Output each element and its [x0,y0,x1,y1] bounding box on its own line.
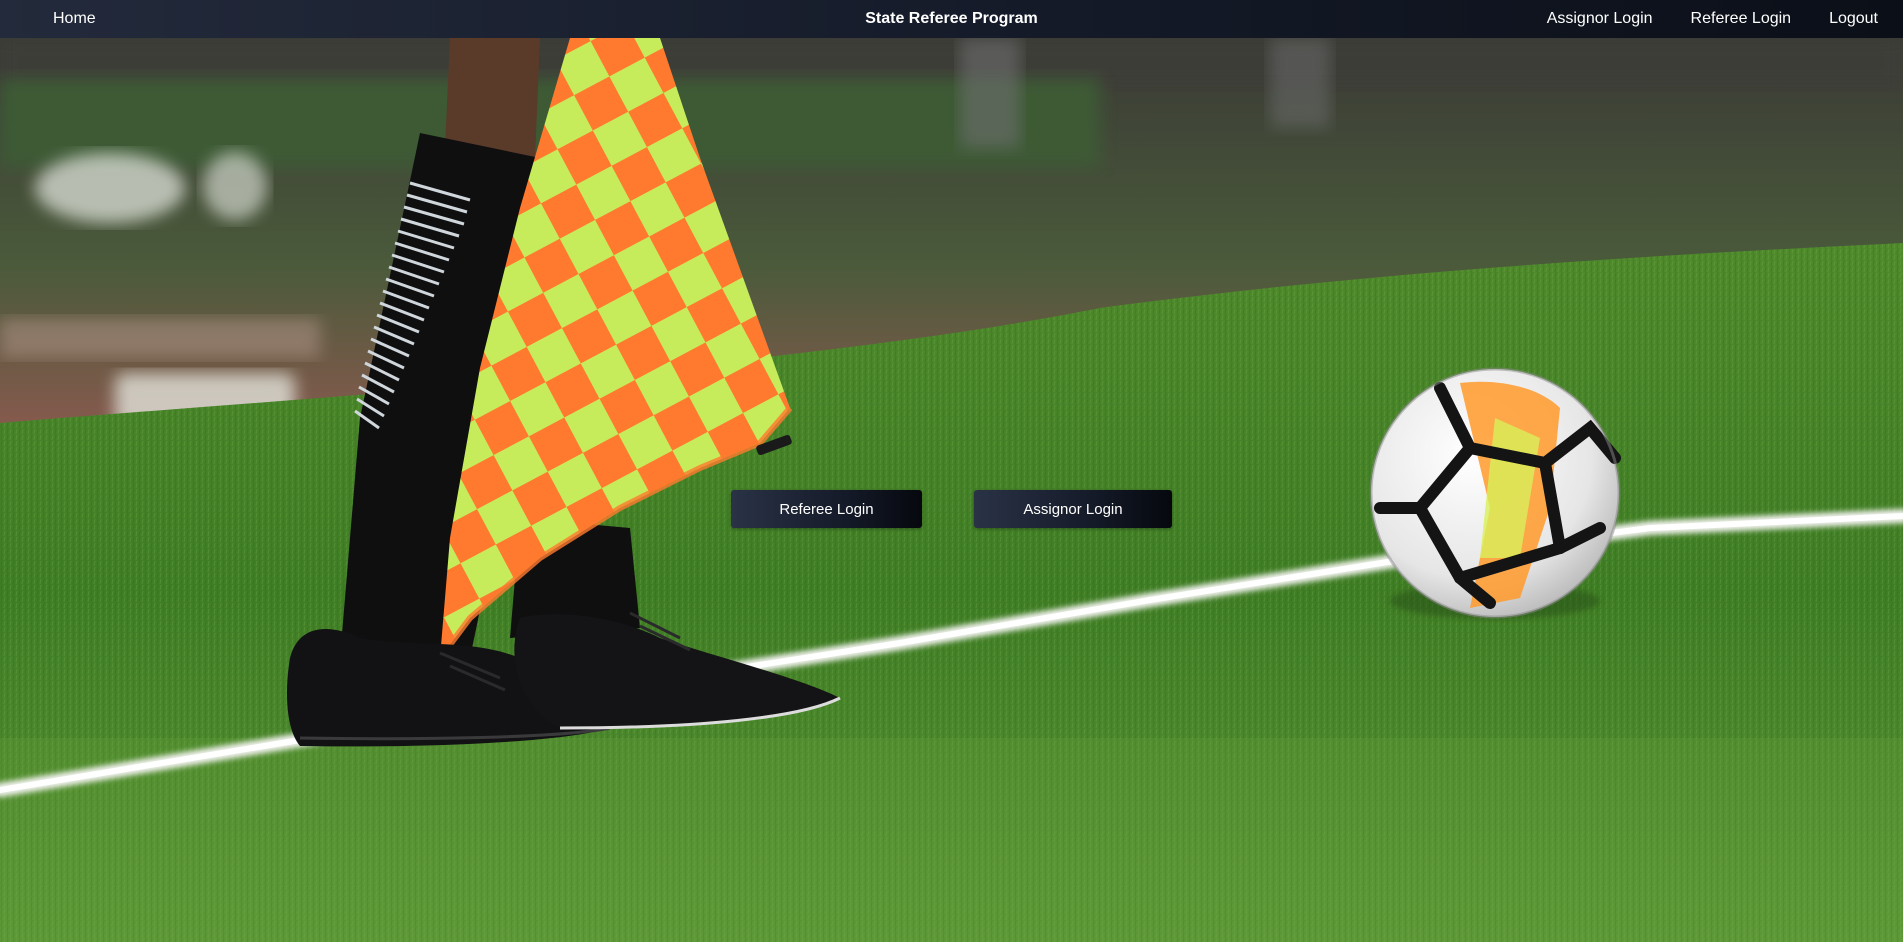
top-navbar: Home State Referee Program Assignor Logi… [0,0,1903,38]
nav-referee-login-link[interactable]: Referee Login [1691,0,1792,38]
assignor-login-button[interactable]: Assignor Login [974,490,1172,528]
nav-assignor-login-link[interactable]: Assignor Login [1547,0,1653,38]
nav-home-link[interactable]: Home [53,0,96,38]
nav-right-links: Assignor Login Referee Login Logout [1547,0,1878,38]
page: Home State Referee Program Assignor Logi… [0,0,1903,942]
referee-login-button[interactable]: Referee Login [731,490,922,528]
hero-background-image [0,38,1903,942]
nav-logout-link[interactable]: Logout [1829,0,1878,38]
